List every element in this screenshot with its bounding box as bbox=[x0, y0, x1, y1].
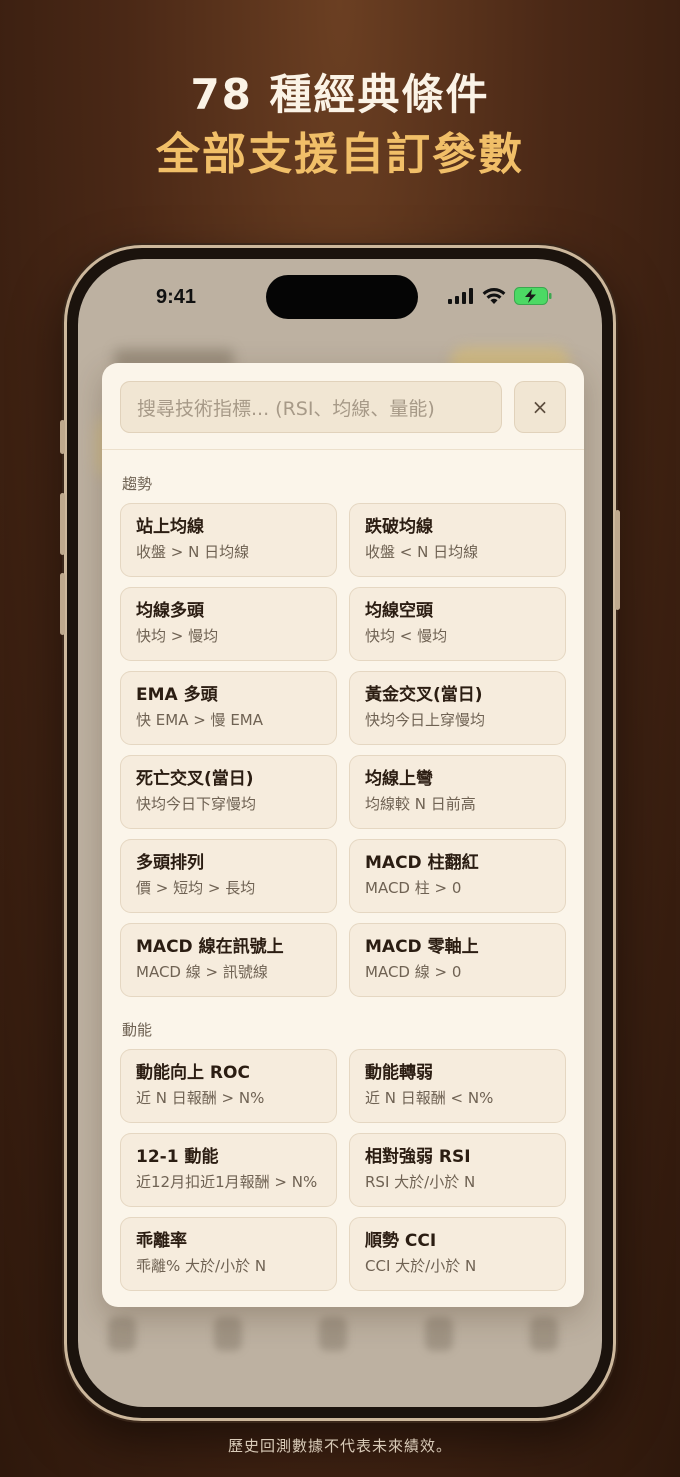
condition-desc: 均線較 N 日前高 bbox=[365, 795, 476, 813]
condition-card[interactable]: MACD 線在訊號上 MACD 線 > 訊號線 bbox=[120, 923, 337, 997]
condition-desc: CCI 大於/小於 N bbox=[365, 1257, 477, 1275]
condition-title: 黃金交叉(當日) bbox=[365, 685, 483, 705]
wifi-icon bbox=[482, 287, 506, 304]
close-icon: × bbox=[531, 395, 549, 419]
condition-card[interactable]: 死亡交叉(當日) 快均今日下穿慢均 bbox=[120, 755, 337, 829]
condition-card[interactable]: 黃金交叉(當日) 快均今日上穿慢均 bbox=[349, 671, 566, 745]
condition-desc: 乖離% 大於/小於 N bbox=[136, 1257, 267, 1275]
condition-title: MACD 線在訊號上 bbox=[136, 937, 284, 957]
condition-desc: MACD 線 > 訊號線 bbox=[136, 963, 268, 981]
phone-volume-down-button bbox=[60, 573, 65, 635]
divider bbox=[102, 449, 584, 450]
condition-card[interactable]: 動能轉弱近 N 日報酬 < N% bbox=[349, 1049, 566, 1123]
condition-title: 多頭排列 bbox=[136, 853, 204, 873]
condition-card[interactable]: 站上均線收盤 > N 日均線 bbox=[120, 503, 337, 577]
condition-title: 跌破均線 bbox=[365, 517, 433, 537]
blurred-tab-icon bbox=[319, 1317, 347, 1351]
condition-card[interactable]: 均線上彎均線較 N 日前高 bbox=[349, 755, 566, 829]
dynamic-island bbox=[266, 275, 418, 319]
condition-desc: 近 N 日報酬 < N% bbox=[365, 1089, 494, 1107]
search-row: 搜尋技術指標... (RSI、均線、量能) × bbox=[120, 381, 566, 433]
condition-title: 12-1 動能 bbox=[136, 1147, 219, 1167]
blurred-tab-icon bbox=[213, 1317, 242, 1351]
section-label-trend: 趨勢 bbox=[122, 475, 153, 493]
condition-desc: 近 N 日報酬 > N% bbox=[136, 1089, 265, 1107]
indicator-picker-sheet: 搜尋技術指標... (RSI、均線、量能) × 趨勢 站上均線收盤 > N 日均… bbox=[102, 363, 584, 1307]
condition-title: 相對強弱 RSI bbox=[365, 1147, 471, 1167]
search-placeholder: 搜尋技術指標... (RSI、均線、量能) bbox=[137, 397, 435, 420]
condition-desc: 快均今日上穿慢均 bbox=[365, 711, 486, 729]
condition-title: 均線多頭 bbox=[136, 601, 204, 621]
condition-desc: 收盤 < N 日均線 bbox=[365, 543, 479, 561]
condition-desc: RSI 大於/小於 N bbox=[365, 1173, 476, 1191]
condition-title: MACD 柱翻紅 bbox=[365, 853, 479, 873]
condition-title: 動能轉弱 bbox=[365, 1063, 433, 1083]
condition-title: 乖離率 bbox=[136, 1231, 187, 1251]
trend-condition-grid: 站上均線收盤 > N 日均線 跌破均線收盤 < N 日均線 均線多頭快均 > 慢… bbox=[120, 503, 566, 997]
blurred-tab-icon bbox=[108, 1317, 136, 1351]
condition-desc: 快 EMA > 慢 EMA bbox=[136, 711, 264, 729]
phone-frame: 9:41 搜尋技術指標... (RSI、均線、量能) × 趨勢 站上均線 收盤 … bbox=[60, 245, 620, 1421]
condition-title: 均線空頭 bbox=[365, 601, 433, 621]
condition-card[interactable]: 動能向上 ROC 近 N 日報酬 > N% bbox=[120, 1049, 337, 1123]
condition-desc: MACD 線 > 0 bbox=[365, 963, 462, 981]
search-input[interactable]: 搜尋技術指標... (RSI、均線、量能) bbox=[120, 381, 502, 433]
condition-card[interactable]: 均線空頭快均 < 慢均 bbox=[349, 587, 566, 661]
momentum-condition-grid: 動能向上 ROC 近 N 日報酬 > N% 動能轉弱近 N 日報酬 < N% 12… bbox=[120, 1049, 566, 1291]
condition-title: 死亡交叉(當日) bbox=[136, 769, 254, 789]
section-label-momentum: 動能 bbox=[122, 1021, 153, 1039]
condition-card[interactable]: EMA 多頭快 EMA > 慢 EMA bbox=[120, 671, 337, 745]
condition-desc: 快均今日下穿慢均 bbox=[136, 795, 257, 813]
status-bar: 9:41 bbox=[78, 259, 602, 339]
condition-card[interactable]: 多頭排列價 > 短均 > 長均 bbox=[120, 839, 337, 913]
condition-title: EMA 多頭 bbox=[136, 685, 218, 705]
phone-power-button bbox=[615, 510, 620, 610]
condition-card[interactable]: MACD 柱翻紅 MACD 柱 > 0 bbox=[349, 839, 566, 913]
condition-title: 均線上彎 bbox=[365, 769, 433, 789]
blurred-tab-icon bbox=[530, 1317, 558, 1351]
condition-title: 順勢 CCI bbox=[365, 1231, 437, 1251]
status-time: 9:41 bbox=[156, 286, 197, 308]
phone-screen: 9:41 搜尋技術指標... (RSI、均線、量能) × 趨勢 站上均線 收盤 … bbox=[78, 259, 602, 1407]
close-button[interactable]: × bbox=[514, 381, 566, 433]
condition-card[interactable]: 乖離率乖離% 大於/小於 N bbox=[120, 1217, 337, 1291]
condition-desc: 價 > 短均 > 長均 bbox=[136, 879, 256, 897]
cellular-signal-icon bbox=[448, 288, 473, 304]
condition-desc: MACD 柱 > 0 bbox=[365, 879, 462, 897]
headline-line-2: 全部支援自訂參數 bbox=[156, 129, 524, 180]
condition-title: 站上均線 bbox=[136, 517, 204, 537]
condition-card[interactable]: MACD 零軸上 MACD 線 > 0 bbox=[349, 923, 566, 997]
headline: 78 種經典條件 全部支援自訂參數 bbox=[0, 68, 680, 184]
condition-card[interactable]: 跌破均線收盤 < N 日均線 bbox=[349, 503, 566, 577]
condition-desc: 快均 < 慢均 bbox=[365, 627, 448, 645]
condition-card[interactable]: 均線多頭快均 > 慢均 bbox=[120, 587, 337, 661]
headline-line-1: 78 種經典條件 bbox=[190, 70, 490, 119]
disclaimer-text: 歷史回測數據不代表未來績效。 bbox=[227, 1437, 452, 1455]
blurred-tab-icon bbox=[424, 1317, 453, 1351]
phone-action-button bbox=[60, 420, 65, 454]
blurred-tab-bar bbox=[108, 1317, 558, 1367]
battery-charging-icon bbox=[514, 287, 552, 305]
condition-card[interactable]: 相對強弱 RSI RSI 大於/小於 N bbox=[349, 1133, 566, 1207]
condition-title: MACD 零軸上 bbox=[365, 937, 479, 957]
status-icons bbox=[448, 287, 552, 305]
condition-card[interactable]: 12-1 動能近12月扣近1月報酬 > N% bbox=[120, 1133, 337, 1207]
condition-desc: 快均 > 慢均 bbox=[136, 627, 219, 645]
condition-card[interactable]: 順勢 CCI CCI 大於/小於 N bbox=[349, 1217, 566, 1291]
condition-title: 動能向上 ROC bbox=[136, 1063, 250, 1083]
condition-desc: 收盤 > N 日均線 bbox=[136, 543, 250, 561]
phone-volume-up-button bbox=[60, 493, 65, 555]
condition-desc: 近12月扣近1月報酬 > N% bbox=[136, 1173, 318, 1191]
